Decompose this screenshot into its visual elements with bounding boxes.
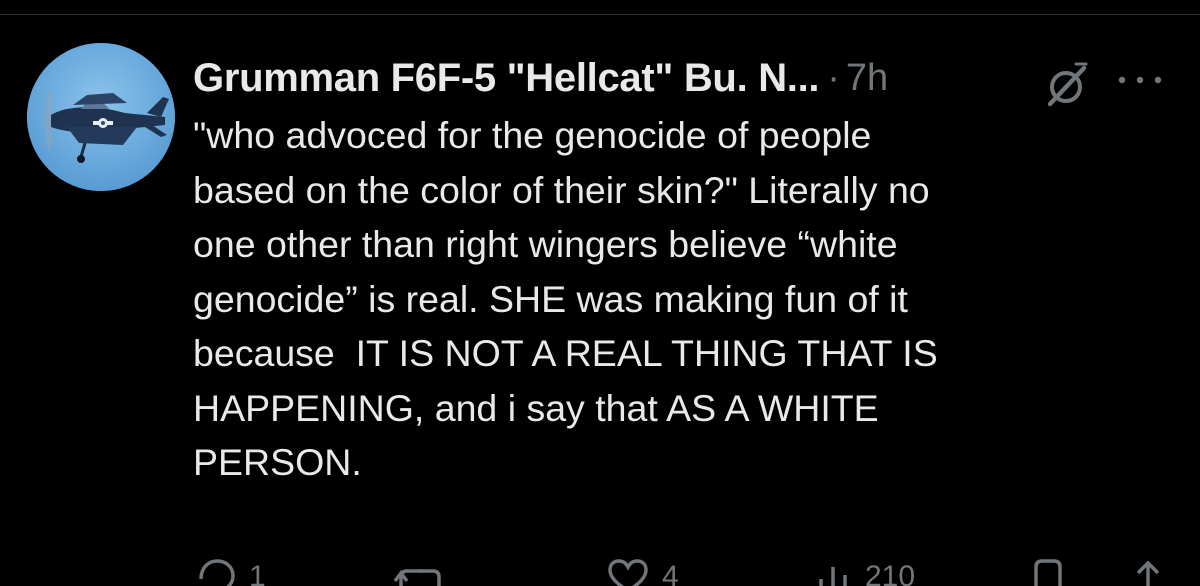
bookmark-button[interactable] (1028, 555, 1068, 586)
share-icon (1136, 560, 1160, 586)
views-icon (819, 567, 847, 586)
reply-icon (199, 559, 235, 586)
reply-button[interactable]: 1 (193, 555, 266, 586)
views-count: 210 (865, 560, 916, 586)
header-separator: · (827, 56, 840, 99)
bookmark-icon (1034, 559, 1062, 586)
avatar[interactable] (27, 43, 175, 191)
post-header: Grumman F6F-5 "Hellcat" Bu. N... · 7h (193, 52, 888, 104)
top-divider (0, 14, 1200, 15)
reply-count: 1 (249, 560, 266, 586)
more-icon[interactable] (1110, 70, 1170, 90)
share-button[interactable] (1128, 555, 1168, 586)
like-count: 4 (662, 560, 679, 586)
author-display-name[interactable]: Grumman F6F-5 "Hellcat" Bu. N... (193, 56, 820, 101)
repost-button[interactable] (393, 555, 461, 586)
action-bar: 1 4 210 (193, 555, 1173, 586)
grok-icon[interactable] (1040, 60, 1092, 112)
post-text: "who advoced for the genocide of people … (193, 114, 938, 483)
hellcat-aircraft-avatar-icon (27, 43, 175, 191)
like-button[interactable]: 4 (606, 555, 679, 586)
views-button[interactable]: 210 (813, 555, 915, 586)
heart-icon (608, 559, 648, 586)
post-timestamp[interactable]: 7h (846, 57, 888, 100)
repost-icon (393, 569, 441, 586)
